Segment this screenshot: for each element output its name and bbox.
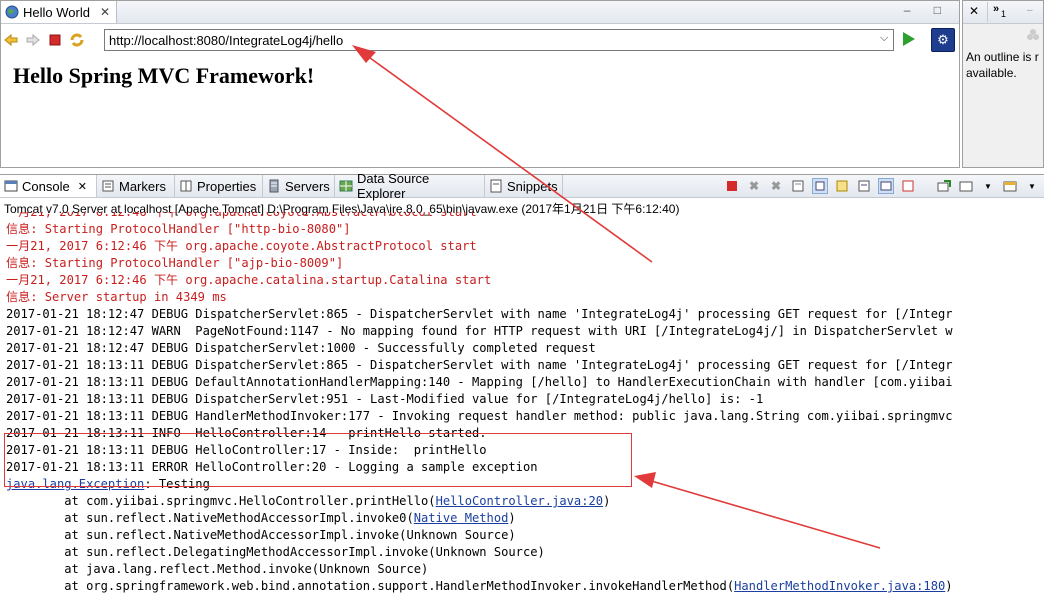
arrow-to-url <box>352 45 653 263</box>
arrow-to-highlight <box>634 472 881 549</box>
annotation-arrows <box>352 45 881 549</box>
